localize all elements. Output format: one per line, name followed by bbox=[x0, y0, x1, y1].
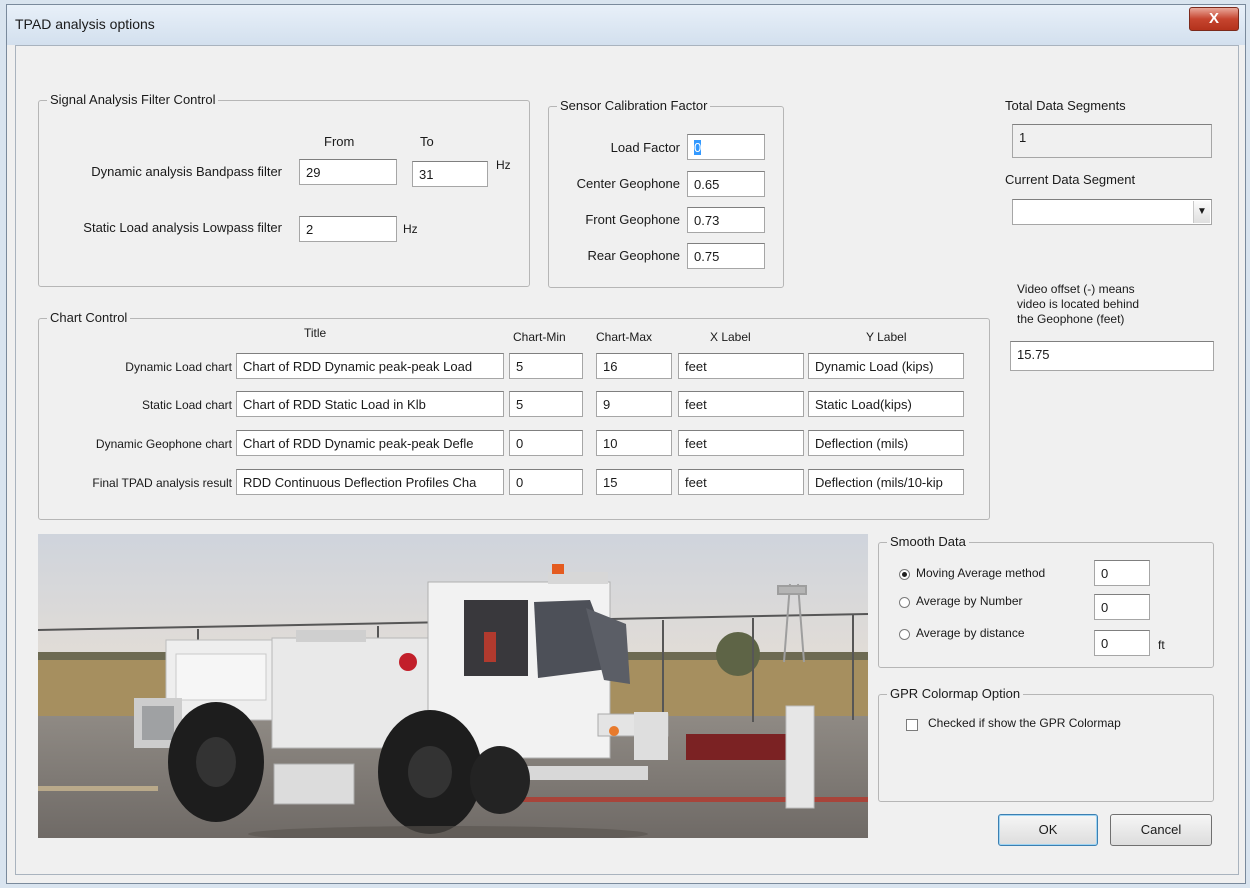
gpr-colormap-checkbox[interactable] bbox=[906, 719, 918, 731]
gpr-colormap-label: Checked if show the GPR Colormap bbox=[928, 716, 1121, 730]
bandpass-unit: Hz bbox=[496, 158, 511, 172]
total-segments-field: 1 bbox=[1012, 124, 1212, 158]
average-by-distance-label: Average by distance bbox=[916, 626, 1025, 640]
lowpass-input[interactable]: 2 bbox=[299, 216, 397, 242]
title-input-dynamic-geophone[interactable]: Chart of RDD Dynamic peak-peak Defle bbox=[236, 430, 504, 456]
min-input-static-load[interactable]: 5 bbox=[509, 391, 583, 417]
ylabel-input-dynamic-load[interactable]: Dynamic Load (kips) bbox=[808, 353, 964, 379]
video-offset-label-line1: Video offset (-) means bbox=[1017, 282, 1135, 296]
ok-button[interactable]: OK bbox=[998, 814, 1098, 846]
load-factor-value: 0 bbox=[694, 140, 702, 155]
rear-geophone-label: Rear Geophone bbox=[587, 248, 680, 263]
tpad-vehicle-photo bbox=[38, 534, 868, 838]
gpr-colormap-group: GPR Colormap Option bbox=[878, 686, 1214, 802]
row-label-dynamic-load: Dynamic Load chart bbox=[125, 360, 232, 374]
center-geophone-label: Center Geophone bbox=[576, 176, 680, 191]
smooth-data-group-label: Smooth Data bbox=[887, 534, 969, 549]
moving-average-input[interactable]: 0 bbox=[1094, 560, 1150, 586]
bandpass-to-input[interactable]: 31 bbox=[412, 161, 488, 187]
cancel-button[interactable]: Cancel bbox=[1110, 814, 1212, 846]
max-input-dynamic-geophone[interactable]: 10 bbox=[596, 430, 672, 456]
video-offset-label-line2: video is located behind bbox=[1017, 297, 1140, 311]
header-x-label: X Label bbox=[710, 330, 751, 344]
average-by-number-input[interactable]: 0 bbox=[1094, 594, 1150, 620]
xlabel-input-final-tpad[interactable]: feet bbox=[678, 469, 804, 495]
gpr-colormap-group-label: GPR Colormap Option bbox=[887, 686, 1024, 701]
header-title: Title bbox=[304, 326, 327, 340]
moving-average-radio[interactable] bbox=[899, 569, 910, 580]
ylabel-input-static-load[interactable]: Static Load(kips) bbox=[808, 391, 964, 417]
header-chart-min: Chart-Min bbox=[513, 330, 566, 344]
row-label-final-tpad: Final TPAD analysis result bbox=[92, 476, 232, 490]
max-input-static-load[interactable]: 9 bbox=[596, 391, 672, 417]
average-by-distance-input[interactable]: 0 bbox=[1094, 630, 1150, 656]
video-offset-input[interactable]: 15.75 bbox=[1010, 341, 1214, 371]
min-input-final-tpad[interactable]: 0 bbox=[509, 469, 583, 495]
sensor-calibration-group-label: Sensor Calibration Factor bbox=[557, 98, 711, 113]
min-input-dynamic-load[interactable]: 5 bbox=[509, 353, 583, 379]
max-input-final-tpad[interactable]: 15 bbox=[596, 469, 672, 495]
average-by-number-label: Average by Number bbox=[916, 594, 1023, 608]
center-geophone-input[interactable]: 0.65 bbox=[687, 171, 765, 197]
ylabel-input-dynamic-geophone[interactable]: Deflection (mils) bbox=[808, 430, 964, 456]
chart-control-group-label: Chart Control bbox=[47, 310, 131, 325]
header-chart-max: Chart-Max bbox=[596, 330, 653, 344]
signal-filter-group: Signal Analysis Filter Control bbox=[38, 92, 530, 287]
total-segments-label: Total Data Segments bbox=[1005, 98, 1126, 113]
title-input-final-tpad[interactable]: RDD Continuous Deflection Profiles Cha bbox=[236, 469, 504, 495]
from-header: From bbox=[324, 134, 355, 149]
average-by-distance-radio[interactable] bbox=[899, 629, 910, 640]
lowpass-unit: Hz bbox=[403, 222, 418, 236]
row-label-static-load: Static Load chart bbox=[141, 398, 232, 412]
xlabel-input-dynamic-geophone[interactable]: feet bbox=[678, 430, 804, 456]
current-segment-dropdown[interactable]: ▼ bbox=[1012, 199, 1212, 225]
xlabel-input-dynamic-load[interactable]: feet bbox=[678, 353, 804, 379]
chevron-down-icon[interactable]: ▼ bbox=[1193, 201, 1210, 223]
row-label-dynamic-geophone: Dynamic Geophone chart bbox=[95, 437, 232, 451]
title-bar[interactable]: TPAD analysis options X bbox=[7, 5, 1245, 45]
front-geophone-input[interactable]: 0.73 bbox=[687, 207, 765, 233]
dialog-window: TPAD analysis options X Signal Analysis … bbox=[6, 4, 1246, 884]
dynamic-bandpass-label: Dynamic analysis Bandpass filter bbox=[91, 164, 282, 179]
static-lowpass-label: Static Load analysis Lowpass filter bbox=[83, 220, 282, 235]
title-input-dynamic-load[interactable]: Chart of RDD Dynamic peak-peak Load bbox=[236, 353, 504, 379]
ylabel-input-final-tpad[interactable]: Deflection (mils/10-kip bbox=[808, 469, 964, 495]
video-offset-label-line3: the Geophone (feet) bbox=[1017, 312, 1125, 326]
current-segment-label: Current Data Segment bbox=[1005, 172, 1136, 187]
bandpass-from-input[interactable]: 29 bbox=[299, 159, 397, 185]
max-input-dynamic-load[interactable]: 16 bbox=[596, 353, 672, 379]
average-by-distance-unit: ft bbox=[1158, 638, 1165, 652]
to-header: To bbox=[420, 134, 434, 149]
title-input-static-load[interactable]: Chart of RDD Static Load in Klb bbox=[236, 391, 504, 417]
close-button[interactable]: X bbox=[1189, 7, 1239, 31]
front-geophone-label: Front Geophone bbox=[585, 212, 680, 227]
header-y-label: Y Label bbox=[866, 330, 907, 344]
min-input-dynamic-geophone[interactable]: 0 bbox=[509, 430, 583, 456]
load-factor-label: Load Factor bbox=[610, 140, 680, 155]
signal-filter-group-label: Signal Analysis Filter Control bbox=[47, 92, 219, 107]
xlabel-input-static-load[interactable]: feet bbox=[678, 391, 804, 417]
rear-geophone-input[interactable]: 0.75 bbox=[687, 243, 765, 269]
window-title: TPAD analysis options bbox=[15, 16, 155, 32]
dialog-client-area: Signal Analysis Filter Control From To D… bbox=[15, 45, 1239, 875]
moving-average-label: Moving Average method bbox=[916, 566, 1046, 580]
average-by-number-radio[interactable] bbox=[899, 597, 910, 608]
load-factor-input[interactable]: 0 bbox=[687, 134, 765, 160]
